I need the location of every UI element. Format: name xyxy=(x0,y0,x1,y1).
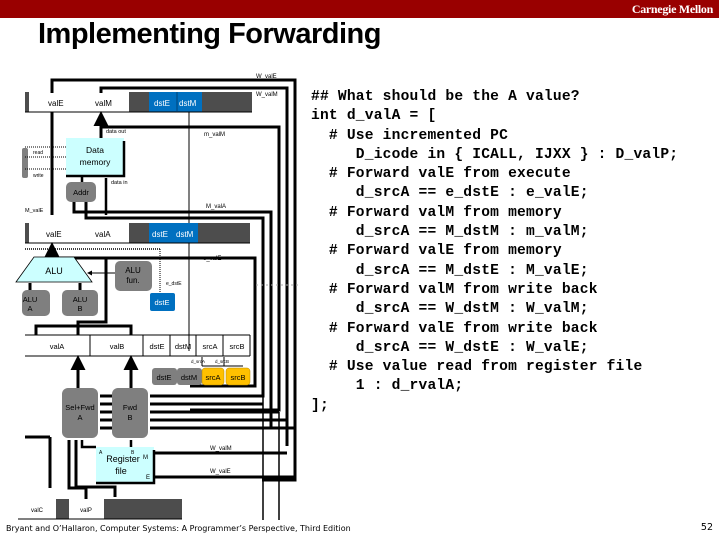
code-line: # Forward valE from write back xyxy=(311,320,598,337)
addr-label: Addr xyxy=(73,188,89,197)
ex-dstM-label: dstM xyxy=(176,230,194,239)
mem-valM-label: valM xyxy=(95,99,112,108)
sel-fwd-a-label-2: A xyxy=(77,413,82,422)
dec-valB-label: valB xyxy=(110,342,125,351)
W_valE-bottom-label: W_valE xyxy=(210,469,231,475)
write-label: write xyxy=(33,173,44,179)
port-m-label: M xyxy=(143,455,148,461)
code-line: d_srcA == W_dstE : W_valE; xyxy=(311,339,589,356)
code-line: 1 : d_rvalA; xyxy=(311,378,464,395)
alu-a-label-2: A xyxy=(27,304,32,313)
dec-srcB-label: srcB xyxy=(230,342,245,351)
code-line: # Use incremented PC xyxy=(311,127,509,144)
ex-valE-label: valE xyxy=(46,230,62,239)
code-line: d_srcA == M_dstE : M_valE; xyxy=(311,262,589,279)
register-file-label-1: Register xyxy=(106,454,140,464)
ex-dstE-label: dstE xyxy=(152,230,168,239)
code-line: d_srcA == e_dstE : e_valE; xyxy=(311,185,589,202)
dec-dstE-label: dstE xyxy=(149,342,164,351)
code-line: d_srcA == W_dstM : W_valM; xyxy=(311,301,589,318)
alu-a-label-1: ALU xyxy=(23,295,38,304)
hcl-code-block: ## What should be the A value? int d_valA… xyxy=(311,88,678,416)
code-line: ## What should be the A value? xyxy=(311,89,580,105)
M_valE-label: M_valE xyxy=(25,208,44,214)
fetch-valP-label: valP xyxy=(80,508,92,514)
regid-dstM-label: dstM xyxy=(181,373,197,382)
fwd-b-label-2: B xyxy=(127,413,132,422)
code-line: int d_valA = [ xyxy=(311,108,437,125)
W_valM-label: W_valM xyxy=(256,92,278,98)
data-memory-label-2: memory xyxy=(80,157,111,167)
dec-dstM-label: dstM xyxy=(175,342,191,351)
dec-srcA-label: srcA xyxy=(203,342,218,351)
fetch-valC-label: valC xyxy=(31,508,44,514)
footer-citation: Bryant and O’Hallaron, Computer Systems:… xyxy=(6,524,351,533)
page-number: 52 xyxy=(700,522,713,533)
d_srcB-label: d_srcB xyxy=(215,359,229,364)
code-line: D_icode in { ICALL, IJXX } : D_valP; xyxy=(311,146,679,163)
mem-dstE-label: dstE xyxy=(154,99,170,108)
data-in-label: data in xyxy=(111,180,128,186)
code-line: d_srcA == M_dstM : m_valM; xyxy=(311,224,589,241)
regid-srcB-label: srcB xyxy=(231,373,246,382)
e_valE-label: e_valE xyxy=(203,256,221,262)
data-out-label: data out xyxy=(106,129,126,135)
code-line: # Forward valM from write back xyxy=(311,281,598,298)
alu-label: ALU xyxy=(45,266,63,276)
e_dstE-label: e_dstE xyxy=(166,281,182,287)
ex-valA-label: valA xyxy=(95,230,111,239)
fwd-b-label-1: Fwd xyxy=(123,403,137,412)
regid-dstE-label: dstE xyxy=(156,373,171,382)
dec-valA-label: valA xyxy=(50,342,65,351)
mem-valE-label: valE xyxy=(48,99,64,108)
mem-dstM-label: dstM xyxy=(179,99,197,108)
alu-b-label-1: ALU xyxy=(73,295,88,304)
data-memory-label-1: Data xyxy=(86,145,104,155)
regid-srcA-label: srcA xyxy=(206,373,221,382)
register-file-label-2: file xyxy=(115,466,127,476)
sel-fwd-a-label-1: Sel+Fwd xyxy=(65,403,94,412)
code-line: # Forward valE from memory xyxy=(311,243,562,260)
dstE-block-label: dstE xyxy=(154,298,169,307)
d_srcA-label: d_srcA xyxy=(191,359,205,364)
code-line: # Use value read from register file xyxy=(311,359,643,376)
code-line: # Forward valM from memory xyxy=(311,204,562,221)
code-line: ]; xyxy=(311,397,329,414)
m_valM-label: m_valM xyxy=(204,132,225,138)
alu-fun-label-1: ALU xyxy=(125,266,141,275)
alu-fun-label-2: fun. xyxy=(126,276,139,285)
W_valM-bottom-label: W_valM xyxy=(210,446,232,452)
alu-b-label-2: B xyxy=(77,304,82,313)
code-line: # Forward valE from execute xyxy=(311,166,571,183)
port-e-label: E xyxy=(146,475,150,481)
M_valA-label: M_valA xyxy=(206,204,226,210)
read-label: read xyxy=(33,150,43,156)
